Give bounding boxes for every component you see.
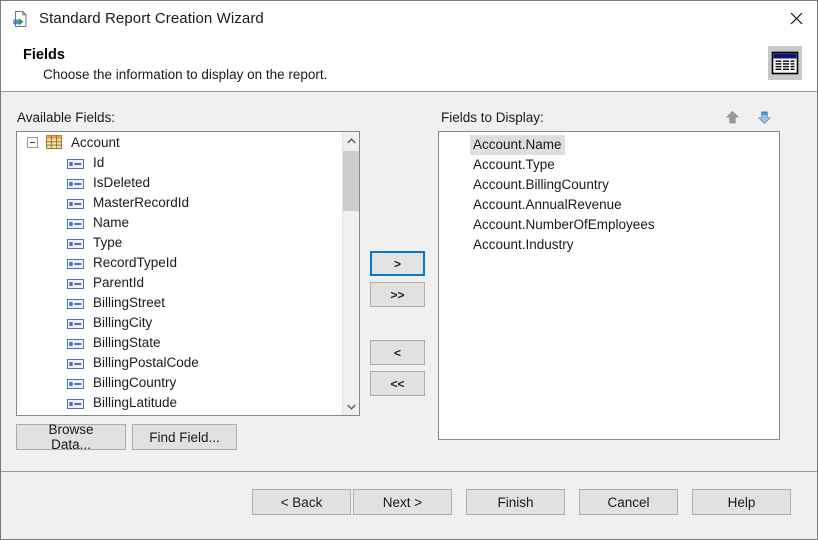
next-button[interactable]: Next > <box>353 489 452 515</box>
fields-to-display-label: Fields to Display: <box>441 110 544 125</box>
tree-field-label: MasterRecordId <box>93 195 189 210</box>
tree-field-label: Name <box>93 215 129 230</box>
field-icon <box>67 217 84 227</box>
title-bar: Standard Report Creation Wizard <box>1 1 818 36</box>
scrollbar-thumb[interactable] <box>343 151 359 211</box>
display-list-item-label: Account.BillingCountry <box>470 175 612 195</box>
table-icon <box>46 135 62 149</box>
page-subtitle: Choose the information to display on the… <box>43 67 327 82</box>
field-icon <box>67 237 84 247</box>
field-icon <box>67 197 84 207</box>
field-icon <box>67 257 84 267</box>
display-list-item-label: Account.Name <box>470 135 565 155</box>
tree-field-row[interactable]: BillingCity <box>17 312 343 332</box>
wizard-body: Available Fields: Fields to Display: <box>1 92 818 471</box>
display-list-item[interactable]: Account.Type <box>439 155 779 175</box>
add-all-fields-button[interactable]: >> <box>370 282 425 307</box>
tree-field-row[interactable]: BillingStreet <box>17 292 343 312</box>
report-wizard-dialog: Standard Report Creation Wizard Fields C… <box>0 0 818 540</box>
help-button[interactable]: Help <box>692 489 791 515</box>
tree-field-label: ParentId <box>93 275 144 290</box>
cancel-button[interactable]: Cancel <box>579 489 678 515</box>
field-icon <box>67 397 84 407</box>
tree-field-label: RecordTypeId <box>93 255 177 270</box>
find-field-button[interactable]: Find Field... <box>132 424 237 450</box>
tree-node-label: Account <box>71 135 120 150</box>
tree-field-label: BillingLatitude <box>93 395 177 410</box>
display-list-item[interactable]: Account.AnnualRevenue <box>439 195 779 215</box>
field-icon <box>67 317 84 327</box>
field-icon <box>67 377 84 387</box>
back-button[interactable]: < Back <box>252 489 351 515</box>
field-icon <box>67 157 84 167</box>
remove-field-button[interactable]: < <box>370 340 425 365</box>
tree-field-label: BillingStreet <box>93 295 165 310</box>
tree-field-row[interactable]: IsDeleted <box>17 172 343 192</box>
tree-field-row[interactable]: Name <box>17 212 343 232</box>
field-icon <box>67 337 84 347</box>
tree-content: Account Id IsDeleted MasterRecordId Name Typ… <box>17 132 343 415</box>
display-list-item[interactable]: Account.NumberOfEmployees <box>439 215 779 235</box>
tree-field-row[interactable]: BillingCountry <box>17 372 343 392</box>
tree-field-label: BillingCountry <box>93 375 176 390</box>
tree-field-row[interactable]: Id <box>17 152 343 172</box>
tree-field-row[interactable]: BillingPostalCode <box>17 352 343 372</box>
arrow-up-icon[interactable] <box>722 107 742 127</box>
tree-field-label: BillingState <box>93 335 161 350</box>
available-fields-label: Available Fields: <box>17 110 115 125</box>
browse-data-button[interactable]: Browse Data... <box>16 424 126 450</box>
page-title: Fields <box>23 47 65 63</box>
scroll-up-icon[interactable] <box>343 132 359 149</box>
tree-node-account[interactable]: Account <box>17 132 343 152</box>
tree-field-row[interactable]: BillingState <box>17 332 343 352</box>
collapse-expander-icon[interactable] <box>27 137 38 148</box>
display-list-item[interactable]: Account.BillingCountry <box>439 175 779 195</box>
tree-field-row[interactable]: Type <box>17 232 343 252</box>
tree-field-label: IsDeleted <box>93 175 150 190</box>
fields-to-display-list[interactable]: Account.NameAccount.TypeAccount.BillingC… <box>438 131 780 440</box>
tree-field-row[interactable]: BillingLatitude <box>17 392 343 412</box>
display-list-item-label: Account.Industry <box>470 235 577 255</box>
display-list-item-label: Account.NumberOfEmployees <box>470 215 658 235</box>
tree-vertical-scrollbar[interactable] <box>342 132 359 415</box>
report-table-icon <box>768 46 802 80</box>
display-list-item-label: Account.AnnualRevenue <box>470 195 625 215</box>
add-field-button[interactable]: > <box>370 251 425 276</box>
tree-field-row[interactable]: MasterRecordId <box>17 192 343 212</box>
wizard-header: Fields Choose the information to display… <box>1 36 818 92</box>
field-icon <box>67 297 84 307</box>
tree-field-label: Id <box>93 155 104 170</box>
arrow-down-icon[interactable] <box>754 107 774 127</box>
finish-button[interactable]: Finish <box>466 489 565 515</box>
remove-all-fields-button[interactable]: << <box>370 371 425 396</box>
wizard-footer: < Back Next > Finish Cancel Help <box>1 471 818 540</box>
display-list-item[interactable]: Account.Industry <box>439 235 779 255</box>
report-document-icon <box>12 10 30 28</box>
display-list-item-label: Account.Type <box>470 155 558 175</box>
display-list-item[interactable]: Account.Name <box>439 135 779 155</box>
tree-field-label: Type <box>93 235 122 250</box>
field-icon <box>67 277 84 287</box>
scroll-down-icon[interactable] <box>343 398 359 415</box>
tree-field-label: BillingPostalCode <box>93 355 199 370</box>
close-icon[interactable] <box>773 1 818 35</box>
available-fields-tree[interactable]: Account Id IsDeleted MasterRecordId Name Typ… <box>16 131 360 416</box>
field-icon <box>67 357 84 367</box>
tree-field-label: BillingCity <box>93 315 152 330</box>
tree-field-row[interactable]: ParentId <box>17 272 343 292</box>
tree-field-row[interactable]: RecordTypeId <box>17 252 343 272</box>
field-icon <box>67 177 84 187</box>
window-title: Standard Report Creation Wizard <box>39 10 264 27</box>
